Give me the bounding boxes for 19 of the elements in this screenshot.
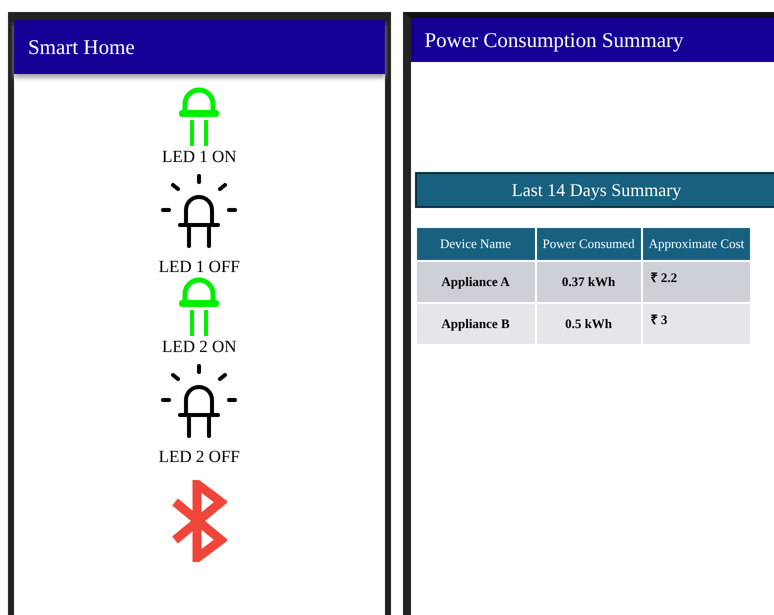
led-button[interactable]: LED 1 ON [162, 86, 237, 166]
led-button[interactable]: LED 2 OFF [158, 356, 240, 466]
app-title: Power Consumption Summary [424, 28, 684, 52]
led-icon [160, 174, 238, 248]
banner-title: Last 14 Days Summary [512, 180, 682, 200]
table-cell: 0.5 kWh [536, 304, 641, 344]
column-header: Device Name [416, 228, 534, 260]
bluetooth-icon[interactable] [171, 480, 228, 562]
table-cell: Appliance A [416, 262, 534, 302]
column-header: Approximate Cost [642, 228, 750, 260]
column-header: Power Consumed [536, 228, 641, 260]
table-cell: ₹ 2.2 [642, 262, 750, 302]
led-button[interactable]: LED 1 OFF [158, 166, 240, 276]
table-cell: 0.37 kWh [536, 262, 641, 302]
led-icon [160, 364, 238, 438]
led-button[interactable]: LED 2 ON [162, 276, 237, 356]
app-title: Smart Home [28, 34, 135, 60]
table-cell: ₹ 3 [642, 304, 750, 344]
table-cell: Appliance B [416, 304, 534, 344]
